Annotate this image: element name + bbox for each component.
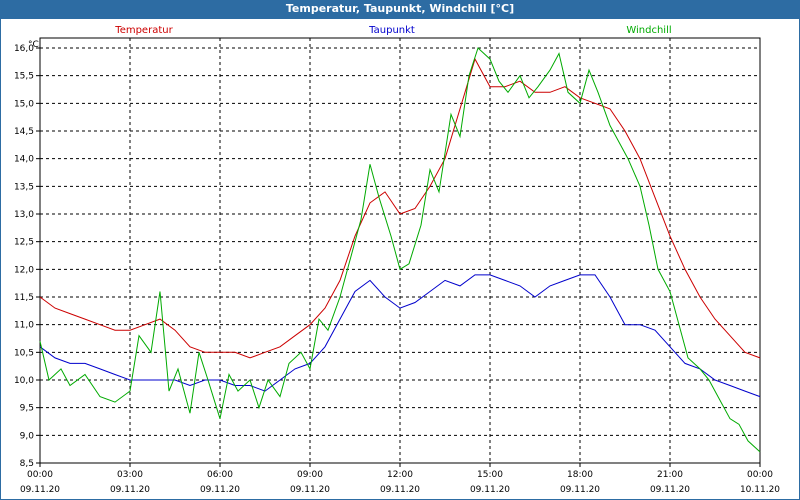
x-tick-time: 21:00 <box>657 470 683 480</box>
x-tick-time: 09:00 <box>297 470 323 480</box>
x-tick-time: 12:00 <box>387 470 413 480</box>
legend-windchill: Windchill <box>626 25 671 36</box>
x-tick-time: 00:00 <box>747 470 773 480</box>
y-tick-label: 13,5 <box>14 182 34 192</box>
chart-svg: 8,5 9,0 9,5 10,0 10,5 11,0 11,5 12,0 12,5 13,0 13,… <box>14 25 780 495</box>
x-axis-ticks: 00:00 09.11.20 03:00 09.11.20 06:00 09.11.20 0… <box>20 463 780 495</box>
y-tick-label: 9,0 <box>20 431 35 441</box>
y-tick-label: 10,5 <box>14 348 34 358</box>
x-tick-time: 03:00 <box>117 470 143 480</box>
y-tick-label: 14,0 <box>14 155 34 165</box>
legend-temperatur: Temperatur <box>114 25 173 36</box>
x-tick-date: 09.11.20 <box>650 485 690 495</box>
x-tick-time: 18:00 <box>567 470 593 480</box>
y-axis-unit: °C <box>28 40 39 50</box>
y-tick-label: 10,0 <box>14 376 34 386</box>
y-tick-label: 14,5 <box>14 127 34 137</box>
y-tick-label: 15,5 <box>14 72 34 82</box>
y-tick-label: 12,5 <box>14 238 34 248</box>
x-tick-date: 09.11.20 <box>560 485 600 495</box>
y-tick-label: 11,5 <box>14 293 34 303</box>
x-tick-date: 10.11.20 <box>740 485 780 495</box>
x-tick-time: 15:00 <box>477 470 503 480</box>
y-axis-ticks: 8,5 9,0 9,5 10,0 10,5 11,0 11,5 12,0 12,5 13,0 13,… <box>14 44 40 469</box>
x-tick-time: 06:00 <box>207 470 233 480</box>
y-tick-label: 13,0 <box>14 210 34 220</box>
x-tick-time: 00:00 <box>27 470 53 480</box>
y-tick-label: 11,0 <box>14 321 34 331</box>
y-tick-label: 12,0 <box>14 265 34 275</box>
x-tick-date: 09.11.20 <box>200 485 240 495</box>
x-tick-date: 09.11.20 <box>110 485 150 495</box>
y-tick-label: 15,0 <box>14 99 34 109</box>
y-tick-label: 9,5 <box>20 404 34 414</box>
y-tick-label: 8,5 <box>20 459 34 469</box>
x-tick-date: 09.11.20 <box>470 485 510 495</box>
x-tick-date: 09.11.20 <box>380 485 420 495</box>
legend: Temperatur Taupunkt Windchill <box>114 25 671 36</box>
x-tick-date: 09.11.20 <box>20 485 60 495</box>
x-tick-date: 09.11.20 <box>290 485 330 495</box>
legend-taupunkt: Taupunkt <box>368 25 415 36</box>
